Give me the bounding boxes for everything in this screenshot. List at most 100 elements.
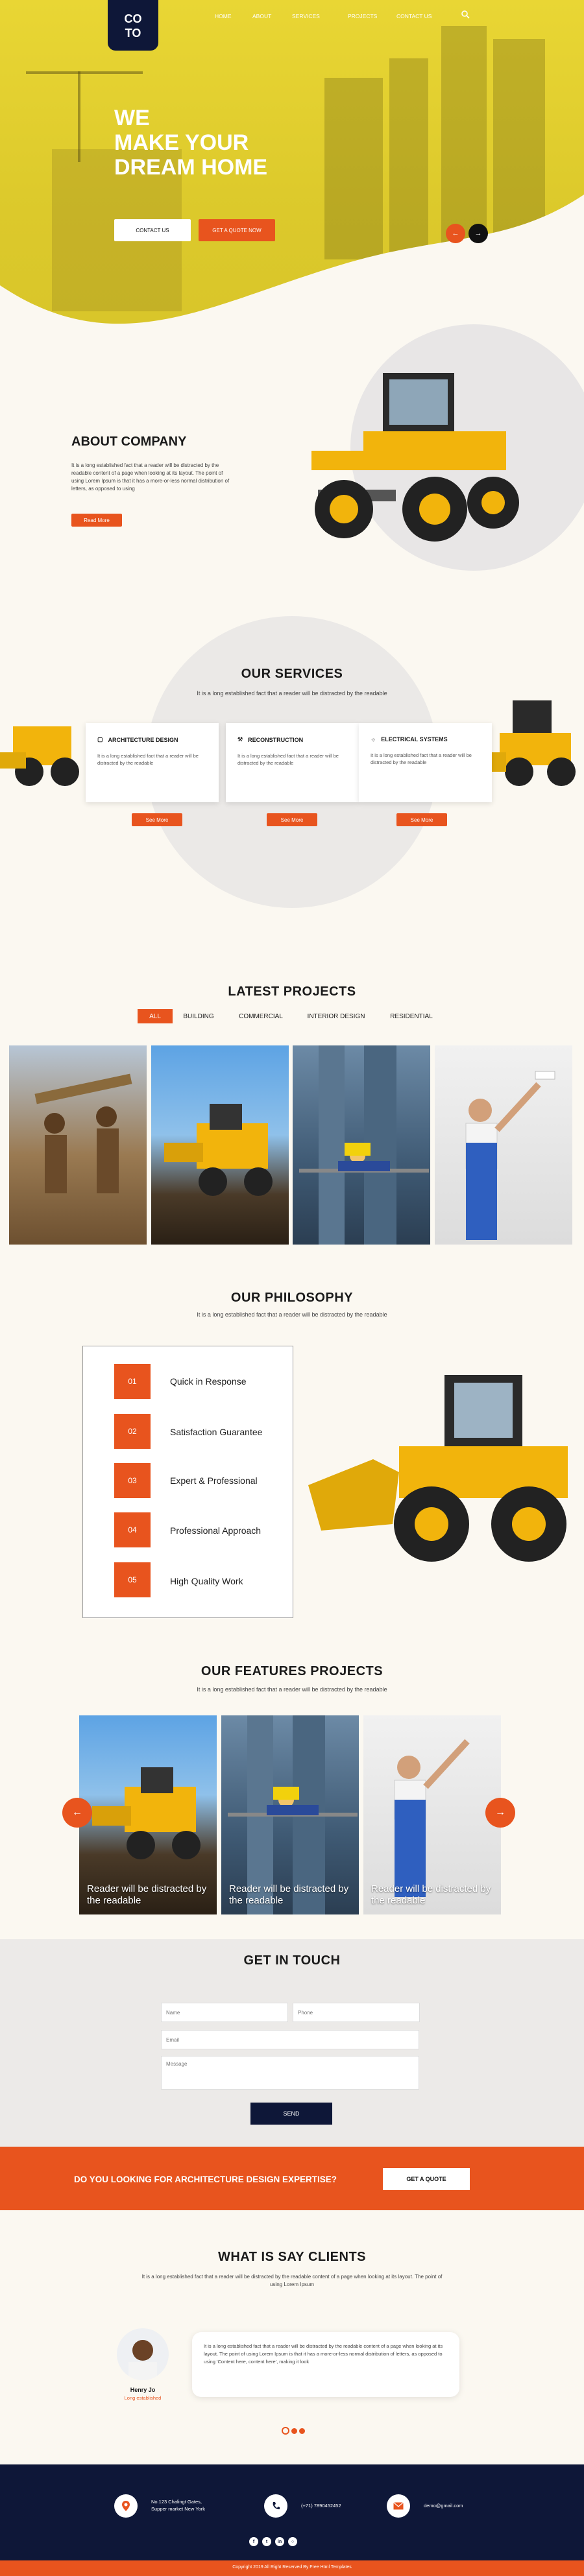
project-image[interactable]	[9, 1045, 147, 1245]
project-image[interactable]	[293, 1045, 430, 1245]
features-subtitle: It is a long established fact that a rea…	[197, 1686, 387, 1693]
grader-image	[286, 353, 532, 561]
get-quote-button[interactable]: GET A QUOTE NOW	[199, 219, 275, 241]
tab-building[interactable]: BUILDING	[176, 1009, 221, 1023]
search-icon[interactable]	[461, 10, 470, 19]
testimonial-quote: It is a long established fact that a rea…	[192, 2332, 459, 2397]
see-more-button[interactable]: See More	[396, 813, 447, 826]
nav-contact[interactable]: CONTACT US	[396, 13, 432, 19]
send-button[interactable]: SEND	[250, 2103, 332, 2125]
see-more-button[interactable]: See More	[132, 813, 182, 826]
service-card-title: ARCHITECTURE DESIGN	[108, 736, 178, 743]
feature-project-card[interactable]: Reader will be distracted by the readabl…	[363, 1715, 501, 1914]
hero-title-line: MAKE YOUR	[114, 130, 249, 155]
logo-text: CO	[124, 12, 142, 25]
philosophy-label: Expert & Professional	[170, 1475, 258, 1486]
footer-address: No.123 Chalingt Gates, Supper market New…	[151, 2498, 205, 2512]
phone-icon	[264, 2494, 287, 2518]
copyright-text: Copyright 2019 All Right Reserved By Fre…	[232, 2565, 352, 2570]
instagram-icon[interactable]: ○	[288, 2537, 297, 2546]
tab-residential[interactable]: RESIDENTIAL	[380, 1009, 443, 1023]
message-field[interactable]	[161, 2056, 419, 2090]
hero-title: WE MAKE YOUR DREAM HOME	[114, 106, 374, 180]
see-more-button[interactable]: See More	[267, 813, 317, 826]
feature-caption: Reader will be distracted by the readabl…	[87, 1883, 207, 1906]
hero-title-line: DREAM HOME	[114, 155, 268, 180]
feature-caption: Reader will be distracted by the readabl…	[371, 1883, 491, 1906]
client-role: Long established	[124, 2395, 162, 2401]
carousel-dot[interactable]	[299, 2428, 305, 2434]
hero-title-line: WE	[114, 106, 150, 130]
next-arrow-icon[interactable]: →	[485, 1798, 515, 1828]
client-name: Henry Jo	[130, 2387, 156, 2393]
philosophy-label: High Quality Work	[170, 1576, 243, 1586]
phone-field[interactable]	[293, 2003, 420, 2022]
lightbulb-icon: ☼	[371, 736, 376, 743]
contact-title: GET IN TOUCH	[243, 1953, 341, 1968]
linkedin-icon[interactable]: in	[275, 2537, 284, 2546]
project-image[interactable]	[435, 1045, 572, 1245]
prev-arrow-icon[interactable]: ←	[62, 1798, 92, 1828]
name-field[interactable]	[161, 2003, 288, 2022]
loader-right-image	[480, 687, 584, 791]
footer-phone[interactable]: (+71) 7890452452	[301, 2503, 341, 2509]
prev-arrow-icon[interactable]: ←	[446, 224, 465, 243]
next-arrow-icon[interactable]: →	[468, 224, 488, 243]
projects-title: LATEST PROJECTS	[228, 984, 356, 999]
service-card-text: It is a long established fact that a rea…	[371, 752, 472, 765]
footer	[0, 2464, 584, 2576]
nav-projects[interactable]: PROJECTS	[348, 13, 377, 19]
philosophy-number: 01	[114, 1364, 151, 1399]
avatar	[117, 2328, 169, 2380]
hero-section: CO TO HOME ABOUT SERVICES PROJECTS CONTA…	[0, 0, 584, 350]
email-icon	[387, 2494, 410, 2518]
architecture-icon: ▢	[97, 736, 103, 743]
service-card: ⚒ RECONSTRUCTION It is a long established…	[226, 723, 359, 802]
philosophy-number: 05	[114, 1562, 151, 1597]
worker-icon: ⚒	[237, 736, 243, 743]
facebook-icon[interactable]: f	[249, 2537, 258, 2546]
carousel-dot-active[interactable]	[282, 2427, 289, 2435]
feature-project-card[interactable]: Reader will be distracted by the readabl…	[221, 1715, 359, 1914]
read-more-button[interactable]: Read More	[71, 514, 122, 527]
features-title: OUR FEATURES PROJECTS	[201, 1664, 383, 1678]
philosophy-subtitle: It is a long established fact that a rea…	[197, 1311, 387, 1318]
divider	[0, 1938, 584, 1939]
cta-text: DO YOU LOOKING FOR ARCHITECTURE DESIGN E…	[74, 2175, 337, 2184]
nav-services[interactable]: SERVICES	[292, 13, 320, 19]
tab-all[interactable]: ALL	[138, 1009, 173, 1023]
get-quote-button[interactable]: GET A QUOTE	[383, 2168, 470, 2190]
tab-commercial[interactable]: COMMERCIAL	[232, 1009, 289, 1023]
logo[interactable]: CO TO	[108, 0, 158, 51]
service-card-text: It is a long established fact that a rea…	[97, 753, 199, 766]
service-card: ▢ ARCHITECTURE DESIGN It is a long establ…	[86, 723, 219, 802]
philosophy-label: Satisfaction Guarantee	[170, 1427, 263, 1437]
logo-text: TO	[125, 27, 141, 40]
about-title: ABOUT COMPANY	[71, 435, 187, 449]
philosophy-number: 04	[114, 1512, 151, 1547]
philosophy-list: 01 Quick in Response 02 Satisfaction Gua…	[82, 1346, 293, 1618]
services-title: OUR SERVICES	[241, 667, 343, 681]
service-card: ☼ ELECTRICAL SYSTEMS It is a long establi…	[359, 723, 492, 802]
location-icon	[114, 2494, 138, 2518]
philosophy-number: 03	[114, 1463, 151, 1498]
contact-us-button[interactable]: CONTACT US	[114, 219, 191, 241]
service-card-text: It is a long established fact that a rea…	[237, 753, 339, 766]
twitter-icon[interactable]: t	[262, 2537, 271, 2546]
tab-interior-design[interactable]: INTERIOR DESIGN	[300, 1009, 372, 1023]
carousel-dot[interactable]	[291, 2428, 297, 2434]
project-image[interactable]	[151, 1045, 289, 1245]
feature-project-card[interactable]: Reader will be distracted by the readabl…	[79, 1715, 217, 1914]
nav-home[interactable]: HOME	[215, 13, 232, 19]
testimonials-subtitle: It is a long established fact that a rea…	[141, 2274, 443, 2287]
service-card-title: RECONSTRUCTION	[248, 736, 304, 743]
loader-left-image	[0, 713, 91, 791]
feature-caption: Reader will be distracted by the readabl…	[229, 1883, 349, 1906]
philosophy-title: OUR PHILOSOPHY	[230, 1291, 354, 1305]
philosophy-label: Quick in Response	[170, 1376, 247, 1387]
nav-about[interactable]: ABOUT	[252, 13, 271, 19]
email-field[interactable]	[161, 2030, 419, 2049]
loader-image	[295, 1362, 581, 1576]
about-text: It is a long established fact that a rea…	[71, 462, 230, 492]
footer-email[interactable]: demo@gmail.com	[424, 2503, 463, 2509]
